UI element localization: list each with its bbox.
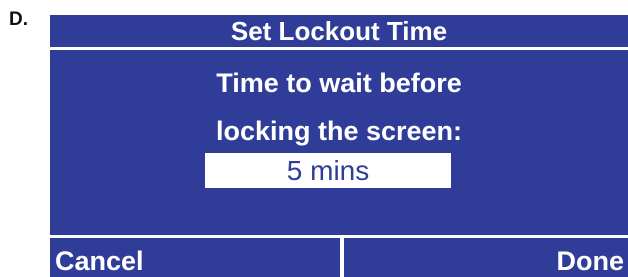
cancel-button[interactable]: Cancel xyxy=(55,246,144,277)
lockout-time-value[interactable]: 5 mins xyxy=(205,153,451,188)
softkey-bar-divider xyxy=(50,235,628,238)
done-button[interactable]: Done xyxy=(557,246,625,277)
device-screen: Set Lockout Time Time to wait before loc… xyxy=(50,15,628,277)
title-divider xyxy=(50,47,628,50)
step-label: D. xyxy=(9,9,28,30)
prompt-line-2: locking the screen: xyxy=(215,116,463,146)
prompt-line-1: Time to wait before xyxy=(216,68,462,98)
figure-root: D. Set Lockout Time Time to wait before … xyxy=(0,0,628,277)
screen-title: Set Lockout Time xyxy=(230,16,448,46)
softkey-separator xyxy=(340,235,344,277)
